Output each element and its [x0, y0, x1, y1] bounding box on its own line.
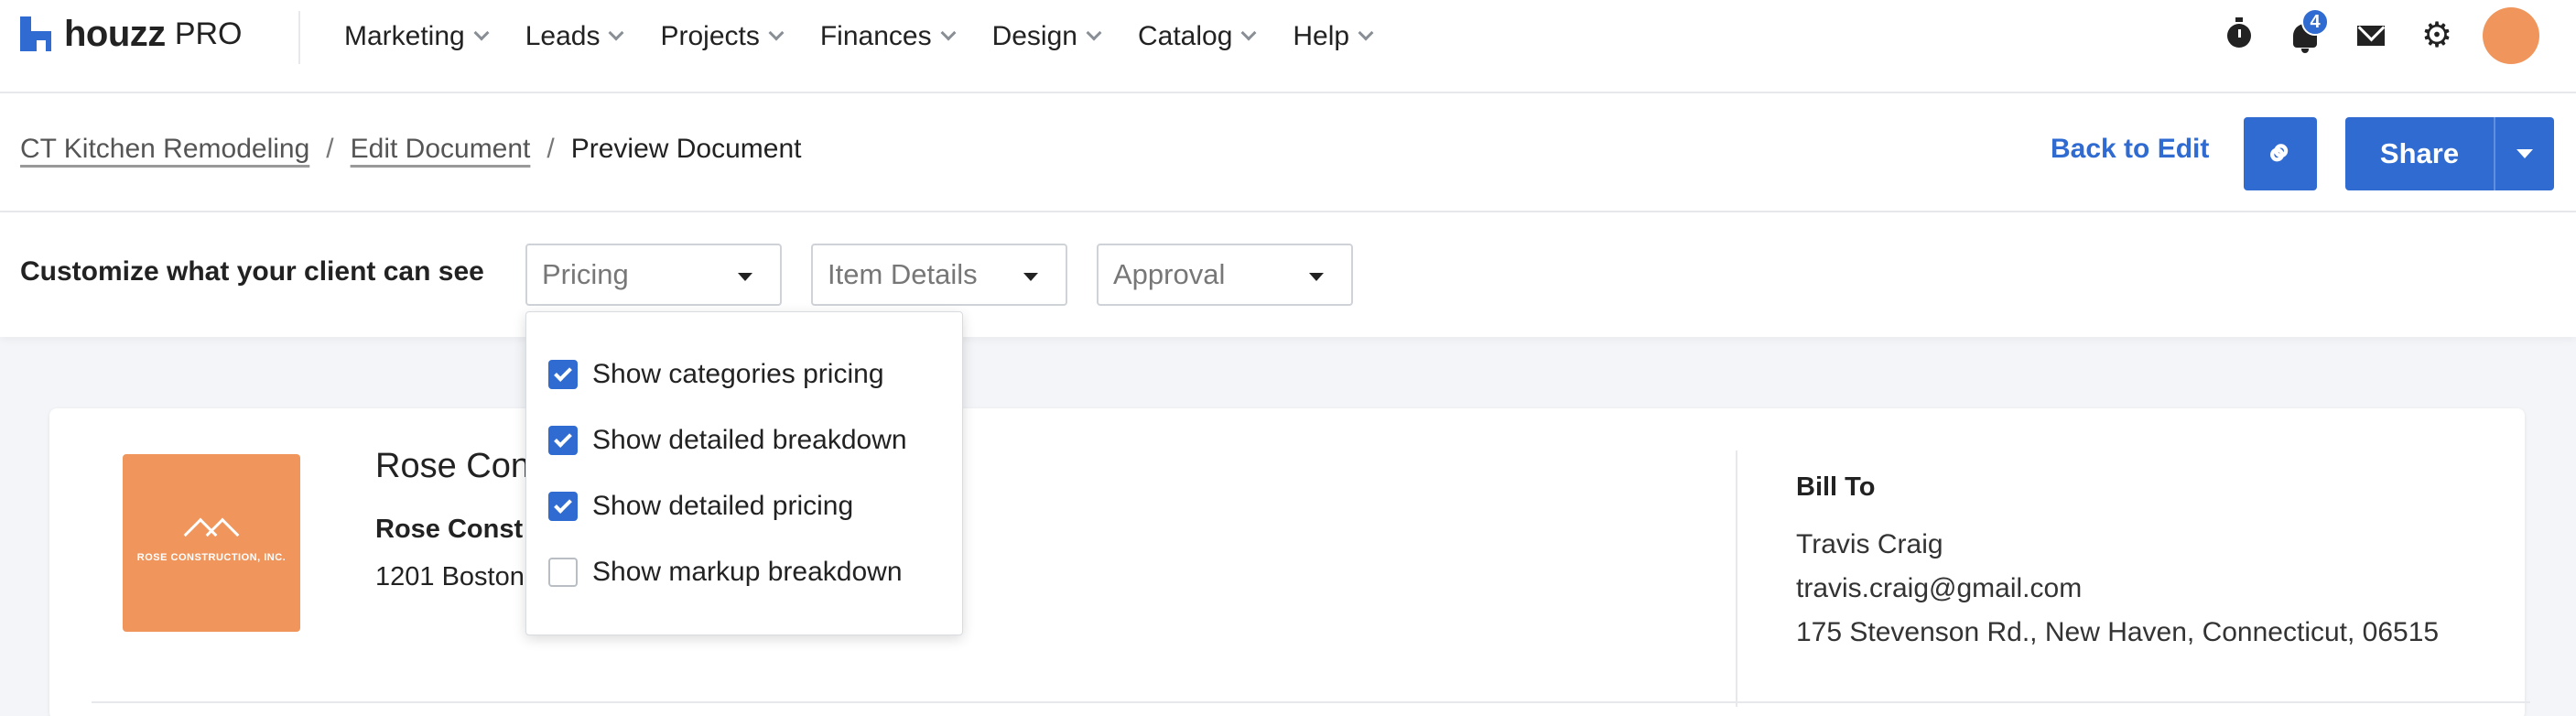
caret-down-icon	[738, 273, 752, 281]
bill-to-title: Bill To	[1796, 472, 1876, 502]
nav-item-label: Design	[991, 21, 1077, 51]
nav-item-label: Help	[1293, 21, 1350, 51]
caret-down-icon	[1023, 273, 1038, 281]
nav-item-label: Catalog	[1137, 21, 1233, 51]
main-menu: Marketing Leads Projects Finances Design…	[344, 16, 1410, 57]
breadcrumb-separator: /	[547, 134, 555, 164]
nav-item-label: Finances	[819, 21, 932, 51]
nav-item-marketing[interactable]: Marketing	[344, 16, 490, 57]
nav-utility-icons: 4 ⚙	[2193, 7, 2539, 64]
chevron-down-icon	[1086, 25, 1102, 41]
notifications-button[interactable]: 4	[2285, 8, 2329, 61]
share-options-button[interactable]	[2495, 117, 2554, 190]
house-roof-icon	[179, 517, 244, 552]
pricing-select-value: Pricing	[542, 258, 629, 290]
option-show-categories-pricing[interactable]: Show categories pricing	[548, 356, 884, 393]
company-name: Rose Con	[375, 447, 530, 485]
breadcrumb-current: Preview Document	[570, 134, 802, 164]
chevron-down-icon	[940, 25, 957, 41]
document-preview-card: ROSE CONSTRUCTION, INC. Rose Con Rose Co…	[49, 408, 2530, 716]
nav-item-label: Leads	[525, 21, 601, 51]
nav-item-help[interactable]: Help	[1293, 16, 1374, 57]
notification-badge: 4	[2301, 8, 2329, 36]
vertical-divider	[1736, 450, 1737, 707]
nav-item-label: Marketing	[344, 21, 465, 51]
chevron-down-icon	[608, 25, 624, 41]
nav-item-leads[interactable]: Leads	[525, 16, 624, 57]
company-address: 1201 Boston	[375, 562, 525, 591]
option-label: Show detailed pricing	[592, 491, 854, 521]
company-legal-name: Rose Const	[375, 515, 524, 544]
timer-button[interactable]	[2219, 10, 2259, 61]
share-split-button: Share	[2345, 117, 2554, 190]
option-label: Show markup breakdown	[592, 557, 903, 587]
breadcrumb-edit-link[interactable]: Edit Document	[351, 134, 531, 165]
checkbox-checked[interactable]	[548, 492, 578, 521]
nav-item-label: Projects	[660, 21, 760, 51]
chevron-down-icon	[1358, 25, 1374, 41]
messages-button[interactable]	[2351, 10, 2391, 61]
nav-item-projects[interactable]: Projects	[660, 16, 785, 57]
option-label: Show detailed breakdown	[592, 425, 907, 455]
brand-product: PRO	[174, 16, 243, 51]
settings-button[interactable]: ⚙	[2417, 10, 2457, 61]
option-label: Show categories pricing	[592, 359, 884, 389]
checkmark-icon	[554, 429, 572, 448]
breadcrumb: CT Kitchen Remodeling / Edit Document / …	[20, 134, 802, 165]
breadcrumb-project-link[interactable]: CT Kitchen Remodeling	[20, 134, 309, 165]
customize-label: Customize what your client can see	[20, 256, 484, 287]
checkmark-icon	[554, 495, 572, 514]
item-details-select-value: Item Details	[828, 258, 978, 290]
option-show-markup-breakdown[interactable]: Show markup breakdown	[548, 554, 903, 591]
company-logo-text: ROSE CONSTRUCTION, INC.	[136, 552, 287, 563]
user-avatar[interactable]	[2483, 7, 2539, 64]
chevron-down-icon	[473, 25, 490, 41]
stopwatch-icon	[2227, 17, 2251, 48]
pricing-options-menu: Show categories pricing Show detailed br…	[525, 311, 963, 635]
caret-down-icon	[2516, 149, 2533, 158]
checkbox-unchecked[interactable]	[548, 558, 578, 587]
approval-select-value: Approval	[1113, 258, 1226, 290]
bill-to-email: travis.craig@gmail.com	[1796, 573, 2083, 603]
nav-item-finances[interactable]: Finances	[819, 16, 957, 57]
company-logo: ROSE CONSTRUCTION, INC.	[123, 454, 300, 632]
nav-item-catalog[interactable]: Catalog	[1137, 16, 1257, 57]
link-icon: ⚭	[2255, 128, 2306, 179]
option-show-detailed-pricing[interactable]: Show detailed pricing	[548, 488, 853, 525]
checkmark-icon	[554, 363, 572, 382]
bill-to-name: Travis Craig	[1796, 529, 1943, 559]
item-details-select[interactable]: Item Details	[811, 244, 1067, 306]
top-navigation: houzz PRO Marketing Leads Projects Finan…	[0, 0, 2576, 93]
copy-link-button[interactable]: ⚭	[2244, 117, 2317, 190]
envelope-icon	[2357, 26, 2385, 46]
chevron-down-icon	[768, 25, 785, 41]
document-header: CT Kitchen Remodeling / Edit Document / …	[0, 93, 2576, 212]
checkbox-checked[interactable]	[548, 360, 578, 389]
share-button[interactable]: Share	[2345, 117, 2495, 190]
back-to-edit-link[interactable]: Back to Edit	[2051, 134, 2209, 165]
nav-divider	[298, 11, 300, 64]
nav-item-design[interactable]: Design	[991, 16, 1102, 57]
checkbox-checked[interactable]	[548, 426, 578, 455]
bill-to-address: 175 Stevenson Rd., New Haven, Connecticu…	[1796, 617, 2440, 647]
houzz-logo-icon	[20, 16, 51, 51]
breadcrumb-separator: /	[326, 134, 334, 164]
horizontal-divider	[92, 701, 2530, 703]
houzz-pro-logo[interactable]: houzz PRO	[20, 11, 243, 57]
approval-select[interactable]: Approval	[1097, 244, 1353, 306]
gear-icon: ⚙	[2420, 16, 2453, 55]
client-visibility-bar: Customize what your client can see Prici…	[0, 212, 2576, 337]
pricing-select[interactable]: Pricing	[525, 244, 782, 306]
chevron-down-icon	[1240, 25, 1257, 41]
brand-name: houzz	[64, 13, 166, 54]
caret-down-icon	[1309, 273, 1324, 281]
option-show-detailed-breakdown[interactable]: Show detailed breakdown	[548, 422, 907, 459]
